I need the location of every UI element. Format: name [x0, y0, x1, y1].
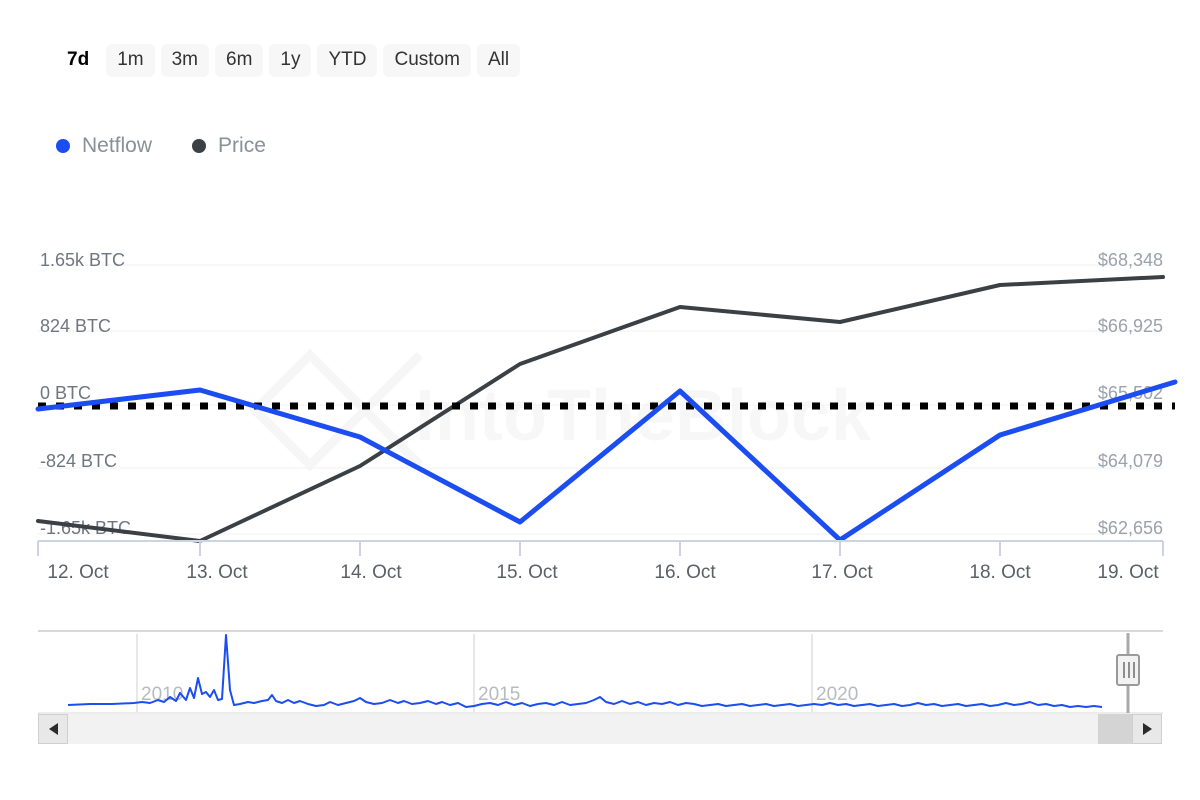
right-axis-tick: $68,348	[1098, 250, 1163, 270]
scrollbar-thumb[interactable]	[1098, 714, 1132, 744]
arrow-left-icon[interactable]	[38, 714, 68, 744]
left-axis-tick: 0 BTC	[40, 383, 91, 403]
left-axis-tick: 1.65k BTC	[40, 250, 125, 270]
x-axis-tick: 13. Oct	[186, 562, 248, 583]
right-axis-tick: $66,925	[1098, 316, 1163, 336]
right-axis-tick: $62,656	[1098, 518, 1163, 538]
navigator-year-label: 2015	[478, 684, 520, 705]
x-axis-tick: 16. Oct	[654, 562, 716, 583]
x-axis-tick: 19. Oct	[1097, 562, 1159, 583]
scrollbar-track[interactable]	[68, 714, 1132, 744]
arrow-right-glyph	[1142, 723, 1152, 735]
x-axis-tick: 18. Oct	[969, 562, 1031, 583]
left-axis-tick: 824 BTC	[40, 316, 111, 336]
netflow-price-chart[interactable]: IntoTheBlock 1.65k BTC 824 BTC 0 BTC -82…	[0, 0, 1200, 800]
x-axis-labels: 12. Oct 13. Oct 14. Oct 15. Oct 16. Oct …	[47, 562, 1159, 583]
x-axis-tick: 14. Oct	[340, 562, 402, 583]
navigator-scrollbar[interactable]	[38, 714, 1162, 744]
netflow-series-line	[35, 379, 1178, 543]
left-axis-tick: -824 BTC	[40, 451, 117, 471]
navigator-year-label: 2020	[816, 684, 858, 705]
navigator-series-line	[67, 634, 1103, 708]
x-axis-tick: 17. Oct	[811, 562, 873, 583]
arrow-right-icon[interactable]	[1132, 714, 1162, 744]
right-axis-tick: $64,079	[1098, 451, 1163, 471]
chart-navigator[interactable]: 2010 2015 2020	[38, 630, 1163, 714]
gridlines	[38, 264, 1163, 535]
arrow-left-glyph	[48, 723, 58, 735]
chart-canvas[interactable]: 1.65k BTC 824 BTC 0 BTC -824 BTC -1.65k …	[0, 0, 1200, 800]
x-axis-tick: 15. Oct	[496, 562, 558, 583]
drag-handle-icon[interactable]	[1116, 654, 1140, 686]
navigator-gridlines	[136, 634, 813, 712]
left-axis-labels: 1.65k BTC 824 BTC 0 BTC -824 BTC -1.65k …	[40, 250, 131, 538]
x-axis	[37, 540, 1164, 556]
x-axis-tick: 12. Oct	[47, 562, 109, 583]
